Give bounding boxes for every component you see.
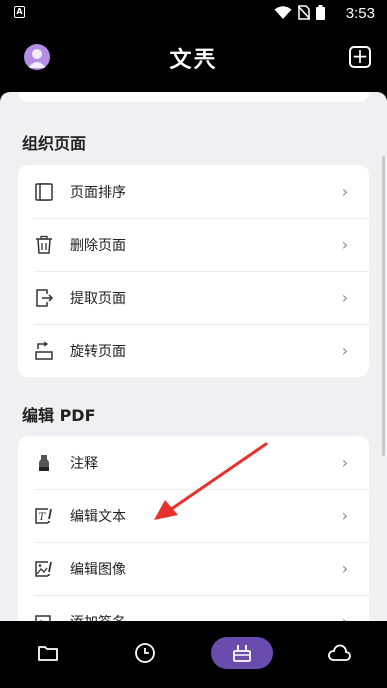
signature-icon — [34, 612, 54, 621]
menu-item-label: 删除页面 — [70, 237, 126, 254]
menu-item-annotate[interactable]: 注释 › — [18, 436, 369, 489]
chevron-right-icon: › — [341, 288, 349, 307]
extract-page-icon — [34, 288, 54, 308]
edit-pdf-card: 注释 › T 编辑文本 › 编辑图像 › 添加签名 › — [18, 436, 369, 621]
organize-pages-card: 页面排序 › 删除页面 › 提取页面 › 旋转页面 › — [18, 165, 369, 377]
chevron-right-icon: › — [341, 182, 349, 201]
no-sim-icon — [298, 5, 310, 20]
cloud-icon — [328, 644, 351, 661]
chevron-right-icon: › — [341, 559, 349, 578]
menu-item-add-signature[interactable]: 添加签名 › — [18, 595, 369, 621]
section-title-edit-pdf: 编辑 PDF — [22, 406, 96, 425]
menu-item-label: 页面排序 — [70, 184, 126, 201]
status-time: 3:53 — [345, 5, 375, 22]
system-icons — [274, 5, 325, 20]
menu-item-label: 旋转页面 — [70, 343, 126, 360]
menu-item-extract-pages[interactable]: 提取页面 › — [18, 271, 369, 324]
menu-item-label: 编辑文本 — [70, 508, 126, 525]
menu-item-label: 编辑图像 — [70, 561, 126, 578]
bottom-nav — [0, 621, 387, 688]
nav-tools[interactable] — [211, 637, 273, 669]
folder-icon — [38, 646, 58, 661]
highlighter-icon — [34, 453, 54, 473]
nav-cloud[interactable] — [308, 637, 370, 669]
menu-item-reorder-pages[interactable]: 页面排序 › — [18, 165, 369, 218]
rotate-page-icon — [34, 340, 54, 361]
status-bar: A 3:53 — [0, 0, 387, 26]
tools-content[interactable]: 组织页面 页面排序 › 删除页面 › 提取页面 › 旋转页面 › 编辑 PDF … — [0, 92, 387, 621]
chevron-right-icon: › — [335, 612, 355, 621]
menu-item-delete-pages[interactable]: 删除页面 › — [18, 218, 369, 271]
menu-item-label: 提取页面 — [70, 290, 126, 307]
plus-icon: + — [351, 44, 369, 68]
reorder-pages-icon — [34, 182, 54, 202]
scrollbar[interactable] — [382, 156, 385, 456]
app-title: 文兲 — [169, 48, 218, 73]
menu-item-edit-text[interactable]: T 编辑文本 › — [18, 489, 369, 542]
trash-icon — [34, 235, 54, 255]
chevron-right-icon: › — [341, 453, 349, 472]
menu-item-label: 添加签名 — [70, 612, 335, 622]
chevron-right-icon: › — [341, 341, 349, 360]
chevron-right-icon: › — [341, 506, 349, 525]
menu-item-label: 注释 — [70, 455, 98, 472]
wifi-icon — [274, 5, 292, 19]
chevron-right-icon: › — [341, 235, 349, 254]
nav-files[interactable] — [17, 637, 79, 669]
battery-icon — [316, 5, 325, 20]
section-title-organize: 组织页面 — [22, 134, 87, 153]
menu-item-edit-image[interactable]: 编辑图像 › — [18, 542, 369, 595]
edit-image-icon — [34, 559, 54, 579]
svg-text:T: T — [39, 512, 47, 523]
app-header: 文兲 + — [0, 26, 387, 92]
nav-recent[interactable] — [114, 637, 176, 669]
add-button[interactable]: + — [349, 46, 371, 68]
menu-item-rotate-pages[interactable]: 旋转页面 › — [18, 324, 369, 377]
edit-text-icon: T — [34, 506, 54, 526]
toolbox-icon — [233, 645, 251, 662]
previous-card — [18, 92, 369, 102]
notification-a-icon: A — [14, 6, 25, 18]
clock-icon — [135, 643, 155, 663]
